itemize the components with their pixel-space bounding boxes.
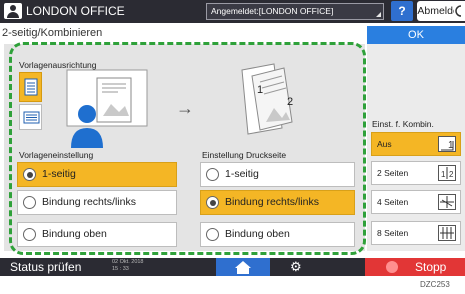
user-icon (4, 3, 22, 19)
combine-option-4-pages[interactable]: 4 Seiten (371, 190, 461, 214)
stop-button[interactable]: Stopp (365, 258, 465, 276)
combine-option-label: 4 Seiten (377, 197, 409, 207)
page-title: 2-seitig/Kombinieren (2, 27, 103, 39)
combine-label: Einst. f. Kombin. (372, 119, 434, 129)
two-up-icon: 12 (438, 165, 456, 181)
help-button[interactable]: ? (391, 1, 413, 21)
svg-text:1: 1 (441, 170, 446, 179)
single-page-icon: 1 (438, 136, 456, 152)
app-title: LONDON OFFICE (26, 4, 125, 18)
combine-option-label: 8 Seiten (377, 228, 409, 238)
combine-option-2-pages[interactable]: 2 Seiten 12 (371, 161, 461, 185)
combine-option-label: 2 Seiten (377, 168, 409, 178)
combine-option-off[interactable]: Aus 1 (371, 132, 461, 156)
resize-corner-icon (376, 12, 381, 17)
combine-option-label: Aus (377, 139, 392, 149)
screen: LONDON OFFICE Angemeldet:[LONDON OFFICE]… (0, 0, 465, 294)
settings-button[interactable]: ⚙ (290, 258, 304, 276)
time-text: 15 : 33 (112, 266, 129, 272)
svg-text:2: 2 (449, 170, 454, 179)
combine-option-8-pages[interactable]: 8 Seiten (371, 221, 461, 245)
highlight-frame (9, 42, 366, 255)
power-button[interactable] (454, 1, 465, 21)
home-button[interactable] (216, 258, 270, 276)
login-status-field[interactable]: Angemeldet:[LONDON OFFICE] (206, 3, 384, 20)
gear-icon: ⚙ (290, 259, 302, 274)
stop-icon (386, 261, 398, 273)
ok-button[interactable]: OK (367, 26, 465, 44)
date-text: 02 Okt. 2018 (112, 259, 144, 265)
figure-code: DZC253 (420, 280, 450, 289)
four-up-icon (438, 194, 456, 210)
eight-up-icon (438, 225, 456, 241)
login-status-text: Angemeldet:[LONDON OFFICE] (211, 6, 334, 16)
date-time: 02 Okt. 2018 15 : 33 (112, 259, 144, 273)
status-check-button[interactable]: Status prüfen (8, 259, 108, 276)
power-icon (455, 5, 462, 17)
home-icon (235, 261, 251, 274)
